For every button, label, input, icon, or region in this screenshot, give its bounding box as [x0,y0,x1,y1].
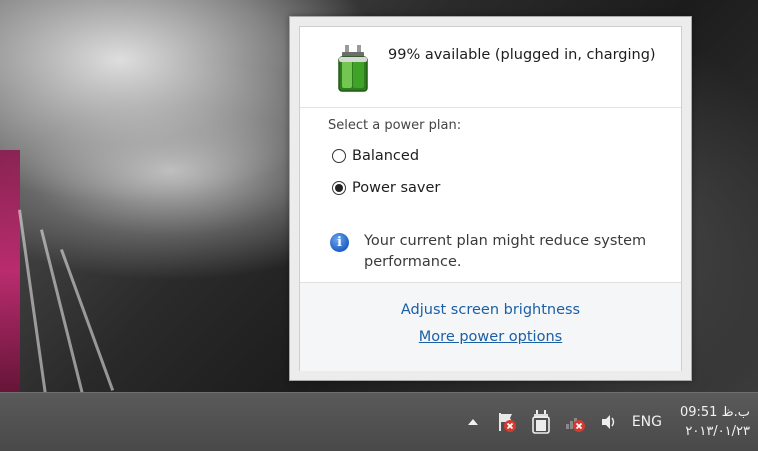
show-hidden-icons-arrow-icon[interactable] [459,408,487,436]
input-language-indicator[interactable]: ENG [632,414,662,430]
power-flyout: 99% available (plugged in, charging) Sel… [289,16,692,381]
battery-plug-icon[interactable] [527,408,555,436]
system-tray: ENG 09:51 ب.ظ ۲۰۱۳/۰۱/۲۳ [456,393,750,451]
info-icon: i [330,233,349,252]
power-links-section: Adjust screen brightness More power opti… [300,282,681,371]
petal-streak [60,248,115,391]
power-plan-label: Select a power plan: [328,118,462,133]
clock-time: 09:51 ب.ظ [679,405,750,420]
clock-date: ۲۰۱۳/۰۱/۲۳ [685,424,750,439]
taskbar: ENG 09:51 ب.ظ ۲۰۱۳/۰۱/۲۳ [0,392,758,451]
flower-stem [0,150,20,392]
radio-power-saver[interactable] [332,181,346,195]
clock[interactable]: 09:51 ب.ظ ۲۰۱۳/۰۱/۲۳ [680,403,750,441]
network-disconnected-icon[interactable] [561,408,589,436]
volume-icon[interactable] [595,408,623,436]
performance-notice-text: Your current plan might reduce system pe… [364,233,647,270]
battery-status-text: 99% available (plugged in, charging) [388,47,656,63]
adjust-brightness-link[interactable]: Adjust screen brightness [300,302,681,318]
plan-option-power-saver[interactable]: Power saver [332,180,440,196]
plan-option-balanced[interactable]: Balanced [332,148,419,164]
plan-label-balanced: Balanced [352,148,420,164]
power-flyout-panel: 99% available (plugged in, charging) Sel… [299,26,682,371]
radio-balanced[interactable] [332,149,346,163]
more-power-options-link[interactable]: More power options [300,329,681,345]
battery-status-section: 99% available (plugged in, charging) [300,27,681,108]
performance-notice: i Your current plan might reduce system … [330,231,675,273]
plan-label-power-saver: Power saver [352,180,441,196]
battery-charging-icon [336,44,370,96]
action-center-flag-icon[interactable] [493,408,521,436]
